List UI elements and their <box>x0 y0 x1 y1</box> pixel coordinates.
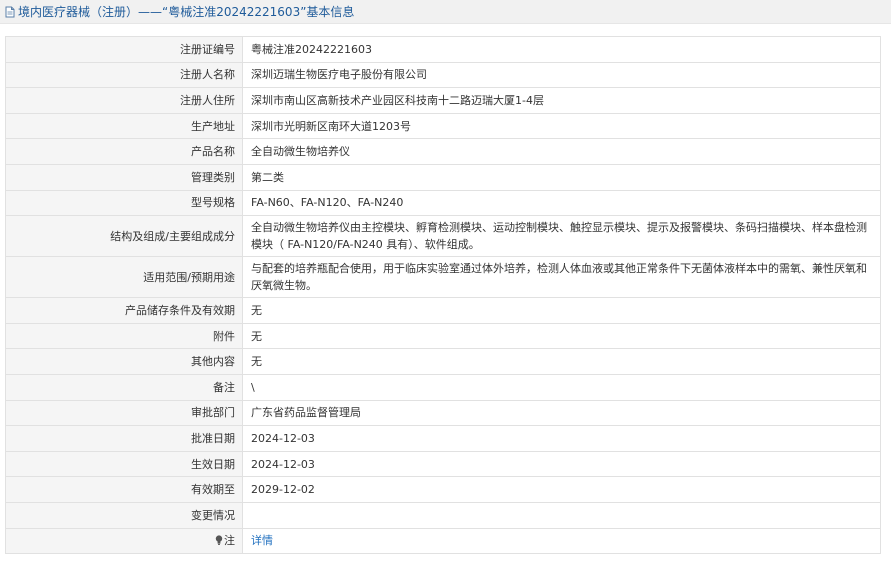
field-value: 2024-12-03 <box>242 450 881 478</box>
note-value-cell: 详情 <box>242 527 881 555</box>
field-value: 与配套的培养瓶配合使用，用于临床实验室通过体外培养，检测人体血液或其他正常条件下… <box>242 256 881 299</box>
field-value: 深圳市光明新区南环大道1203号 <box>242 112 881 140</box>
field-label: 注册证编号 <box>5 36 243 63</box>
field-value: 粤械注准20242221603 <box>242 36 881 63</box>
page-title: 境内医疗器械（注册）——“粤械注准20242221603”基本信息 <box>18 5 355 19</box>
table-row: 注册人名称 深圳迈瑞生物医疗电子股份有限公司 <box>5 61 881 89</box>
lightbulb-icon <box>215 535 223 546</box>
note-label: 注 <box>224 534 235 548</box>
field-label: 审批部门 <box>5 399 243 427</box>
field-value: \ <box>242 373 881 401</box>
field-label: 其他内容 <box>5 348 243 375</box>
details-link[interactable]: 详情 <box>251 534 273 547</box>
table-row: 附件 无 <box>5 322 881 350</box>
field-label: 注册人名称 <box>5 61 243 89</box>
table-row: 生产地址 深圳市光明新区南环大道1203号 <box>5 112 881 140</box>
field-value: 无 <box>242 322 881 350</box>
field-value: 深圳迈瑞生物医疗电子股份有限公司 <box>242 61 881 89</box>
table-row: 变更情况 <box>5 501 881 529</box>
field-label: 附件 <box>5 322 243 350</box>
table-row: 产品名称 全自动微生物培养仪 <box>5 138 881 165</box>
field-label: 有效期至 <box>5 476 243 503</box>
field-value: 无 <box>242 297 881 324</box>
field-label: 生效日期 <box>5 450 243 478</box>
field-value: 2029-12-02 <box>242 476 881 503</box>
field-value: 无 <box>242 348 881 375</box>
field-label: 适用范围/预期用途 <box>5 256 243 299</box>
field-label: 型号规格 <box>5 189 243 217</box>
table-row: 生效日期 2024-12-03 <box>5 450 881 478</box>
table-row: 型号规格 FA-N60、FA-N120、FA-N240 <box>5 189 881 217</box>
field-label: 管理类别 <box>5 163 243 191</box>
page-header: 境内医疗器械（注册）——“粤械注准20242221603”基本信息 <box>0 0 891 24</box>
table-row: 注册人住所 深圳市南山区高新技术产业园区科技南十二路迈瑞大厦1-4层 <box>5 87 881 114</box>
field-label: 批准日期 <box>5 425 243 452</box>
document-icon <box>5 6 15 17</box>
field-label: 产品名称 <box>5 138 243 165</box>
table-row: 注册证编号 粤械注准20242221603 <box>5 36 881 63</box>
registration-info-table: 注册证编号 粤械注准20242221603 注册人名称 深圳迈瑞生物医疗电子股份… <box>5 36 881 555</box>
note-row: 注 详情 <box>5 527 881 555</box>
field-label: 备注 <box>5 373 243 401</box>
table-row: 结构及组成/主要组成成分 全自动微生物培养仪由主控模块、孵育检测模块、运动控制模… <box>5 215 881 258</box>
field-label: 注册人住所 <box>5 87 243 114</box>
field-value <box>242 501 881 529</box>
field-label: 变更情况 <box>5 501 243 529</box>
table-row: 审批部门 广东省药品监督管理局 <box>5 399 881 427</box>
field-label: 结构及组成/主要组成成分 <box>5 215 243 258</box>
table-row: 其他内容 无 <box>5 348 881 375</box>
field-value: 2024-12-03 <box>242 425 881 452</box>
field-value: FA-N60、FA-N120、FA-N240 <box>242 189 881 217</box>
field-value: 全自动微生物培养仪 <box>242 138 881 165</box>
field-value: 第二类 <box>242 163 881 191</box>
table-row: 产品储存条件及有效期 无 <box>5 297 881 324</box>
field-label: 产品储存条件及有效期 <box>5 297 243 324</box>
field-value: 全自动微生物培养仪由主控模块、孵育检测模块、运动控制模块、触控显示模块、提示及报… <box>242 215 881 258</box>
field-value: 广东省药品监督管理局 <box>242 399 881 427</box>
field-label: 生产地址 <box>5 112 243 140</box>
field-value: 深圳市南山区高新技术产业园区科技南十二路迈瑞大厦1-4层 <box>242 87 881 114</box>
table-row: 适用范围/预期用途 与配套的培养瓶配合使用，用于临床实验室通过体外培养，检测人体… <box>5 256 881 299</box>
table-row: 有效期至 2029-12-02 <box>5 476 881 503</box>
table-row: 备注 \ <box>5 373 881 401</box>
note-label-cell: 注 <box>5 527 243 555</box>
table-row: 管理类别 第二类 <box>5 163 881 191</box>
table-row: 批准日期 2024-12-03 <box>5 425 881 452</box>
